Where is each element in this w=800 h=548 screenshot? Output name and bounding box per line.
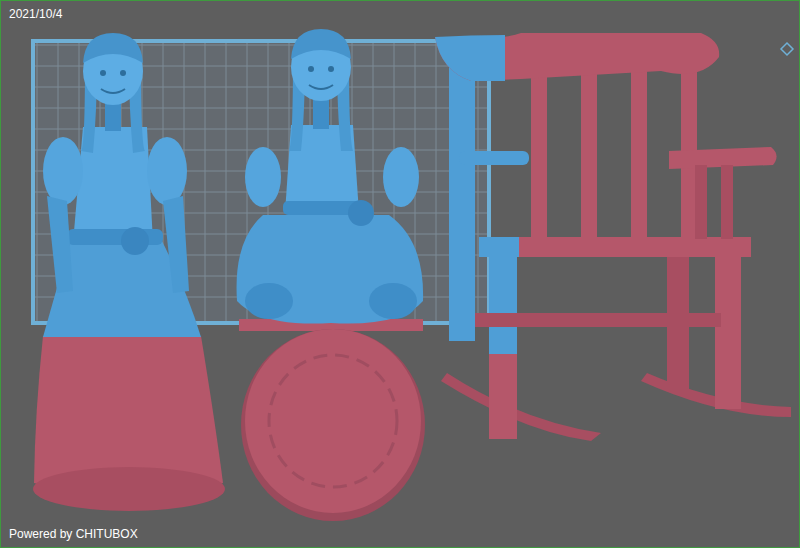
standing-doll-model[interactable]: [33, 33, 225, 511]
model-scene[interactable]: [1, 1, 800, 548]
view-cube-icon[interactable]: [781, 43, 793, 55]
sitting-doll-model[interactable]: [237, 29, 424, 331]
round-base-model[interactable]: [241, 329, 425, 521]
rocking-chair-model[interactable]: [435, 33, 791, 441]
footer-label: Powered by CHITUBOX: [9, 527, 138, 541]
date-label: 2021/10/4: [9, 7, 62, 21]
preview-viewport[interactable]: 2021/10/4 Powered by CHITUBOX: [0, 0, 800, 548]
